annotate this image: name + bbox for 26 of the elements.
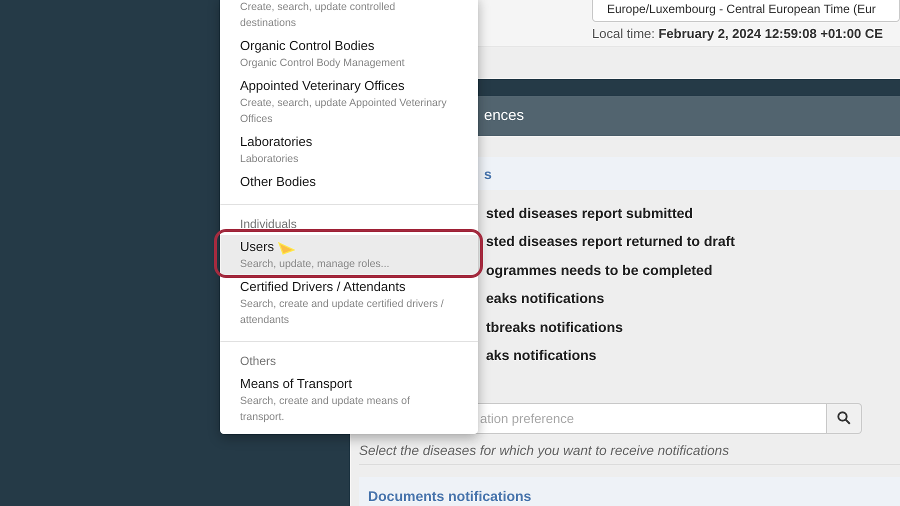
notification-option: ogrammes needs to be completed xyxy=(486,262,900,290)
menu-item-description: Create, search, update controlled destinations xyxy=(240,0,396,31)
menu-item-title: Appointed Veterinary Offices xyxy=(240,77,405,95)
menu-item-title: Laboratories xyxy=(240,133,312,151)
menu-item-title: Users xyxy=(240,238,274,256)
menu-item-description: Organic Control Body Management xyxy=(240,56,405,71)
notification-option: eaks notifications xyxy=(486,290,900,319)
notification-option: sted diseases report submitted xyxy=(486,204,900,234)
menu-item-description: Search, update, manage roles... xyxy=(240,257,390,272)
panel-title: ences xyxy=(484,107,524,124)
menu-item-description: Create, search, update Appointed Veterinary Offices xyxy=(240,96,448,127)
notification-option: sted diseases report returned to draft xyxy=(486,233,900,262)
local-time: Local time: February 2, 2024 12:59:08 +01:00 CE xyxy=(592,26,884,41)
notification-option: aks notifications xyxy=(486,347,900,376)
menu-section-header: Others xyxy=(239,353,278,369)
section-title: Documents notifications xyxy=(368,488,532,504)
hint-text: Select the diseases for which you want to receive notifications xyxy=(359,442,900,465)
menu-item-description: Search, create and update certified drivers / attendants xyxy=(240,297,445,328)
notification-option: tbreaks notifications xyxy=(486,318,900,348)
menu-section-header: Individuals xyxy=(239,216,298,232)
menu-item-title: Organic Control Bodies xyxy=(240,37,374,55)
menu-item-title: Other Bodies xyxy=(240,173,316,191)
section-title: s xyxy=(484,166,492,182)
menu-item-description: Laboratories xyxy=(240,152,298,167)
menu-item-title: Certified Drivers / Attendants xyxy=(240,278,406,296)
menu-item-title: Means of Transport xyxy=(240,375,352,393)
